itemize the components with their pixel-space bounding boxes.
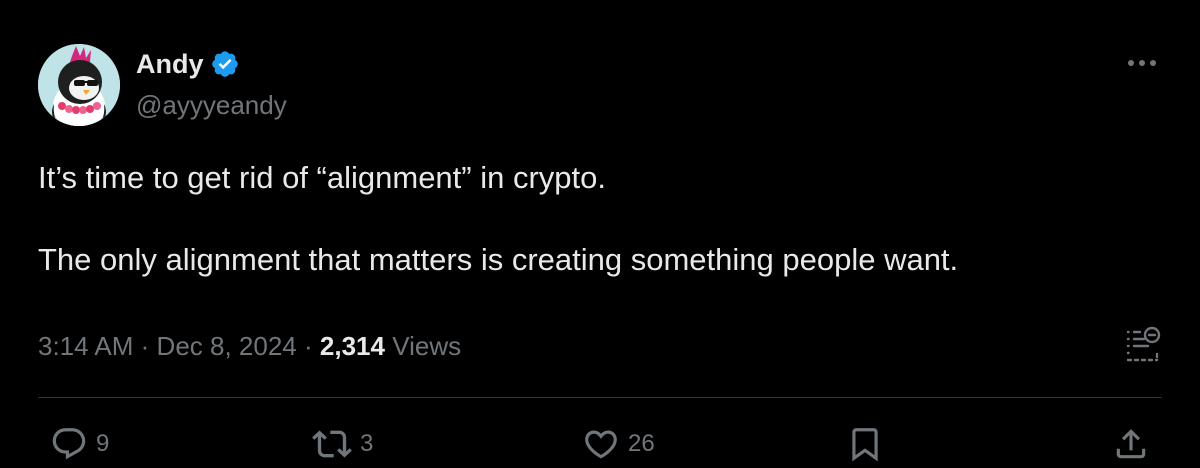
tweet-text: It’s time to get rid of “alignment” in c… <box>38 158 1158 280</box>
tweet-paragraph: It’s time to get rid of “alignment” in c… <box>38 160 606 195</box>
summary-button[interactable] <box>1122 324 1162 364</box>
views-count: 2,314 <box>319 331 385 361</box>
grok-summary-icon <box>1126 326 1161 362</box>
author-handle[interactable]: @ayyyeandy <box>136 88 287 122</box>
reply-icon <box>52 428 86 460</box>
verified-badge-icon[interactable] <box>210 49 240 79</box>
meta-separator: · <box>304 331 313 361</box>
avatar[interactable] <box>38 44 120 126</box>
reply-count: 9 <box>96 430 110 457</box>
more-dots-icon <box>1128 60 1156 66</box>
views-label: Views <box>392 331 462 361</box>
divider <box>38 397 1162 398</box>
share-button[interactable] <box>1112 424 1150 464</box>
repost-count: 3 <box>360 430 374 457</box>
repost-button[interactable]: 3 <box>312 424 373 464</box>
tweet-time[interactable]: 3:14 AM <box>38 331 133 361</box>
tweet-meta: 3:14 AM · Dec 8, 2024 · 2,314 Views <box>38 328 461 364</box>
repost-icon <box>312 430 352 458</box>
reply-button[interactable]: 9 <box>50 424 109 464</box>
share-icon <box>1116 429 1146 459</box>
bookmark-button[interactable] <box>846 424 884 464</box>
like-count: 26 <box>628 430 655 457</box>
like-button[interactable]: 26 <box>582 424 655 464</box>
penguin-avatar-icon <box>38 44 120 126</box>
heart-icon <box>585 430 617 459</box>
tweet-card: Andy @ayyyeandy It’s time to get rid of … <box>0 0 1200 468</box>
more-options-button[interactable] <box>1122 48 1162 78</box>
tweet-paragraph: The only alignment that matters is creat… <box>38 242 959 277</box>
tweet-date[interactable]: Dec 8, 2024 <box>157 331 297 361</box>
author-display-name[interactable]: Andy <box>136 47 204 81</box>
author-name-row: Andy <box>136 47 240 81</box>
meta-separator: · <box>140 331 150 361</box>
bookmark-icon <box>852 428 878 462</box>
